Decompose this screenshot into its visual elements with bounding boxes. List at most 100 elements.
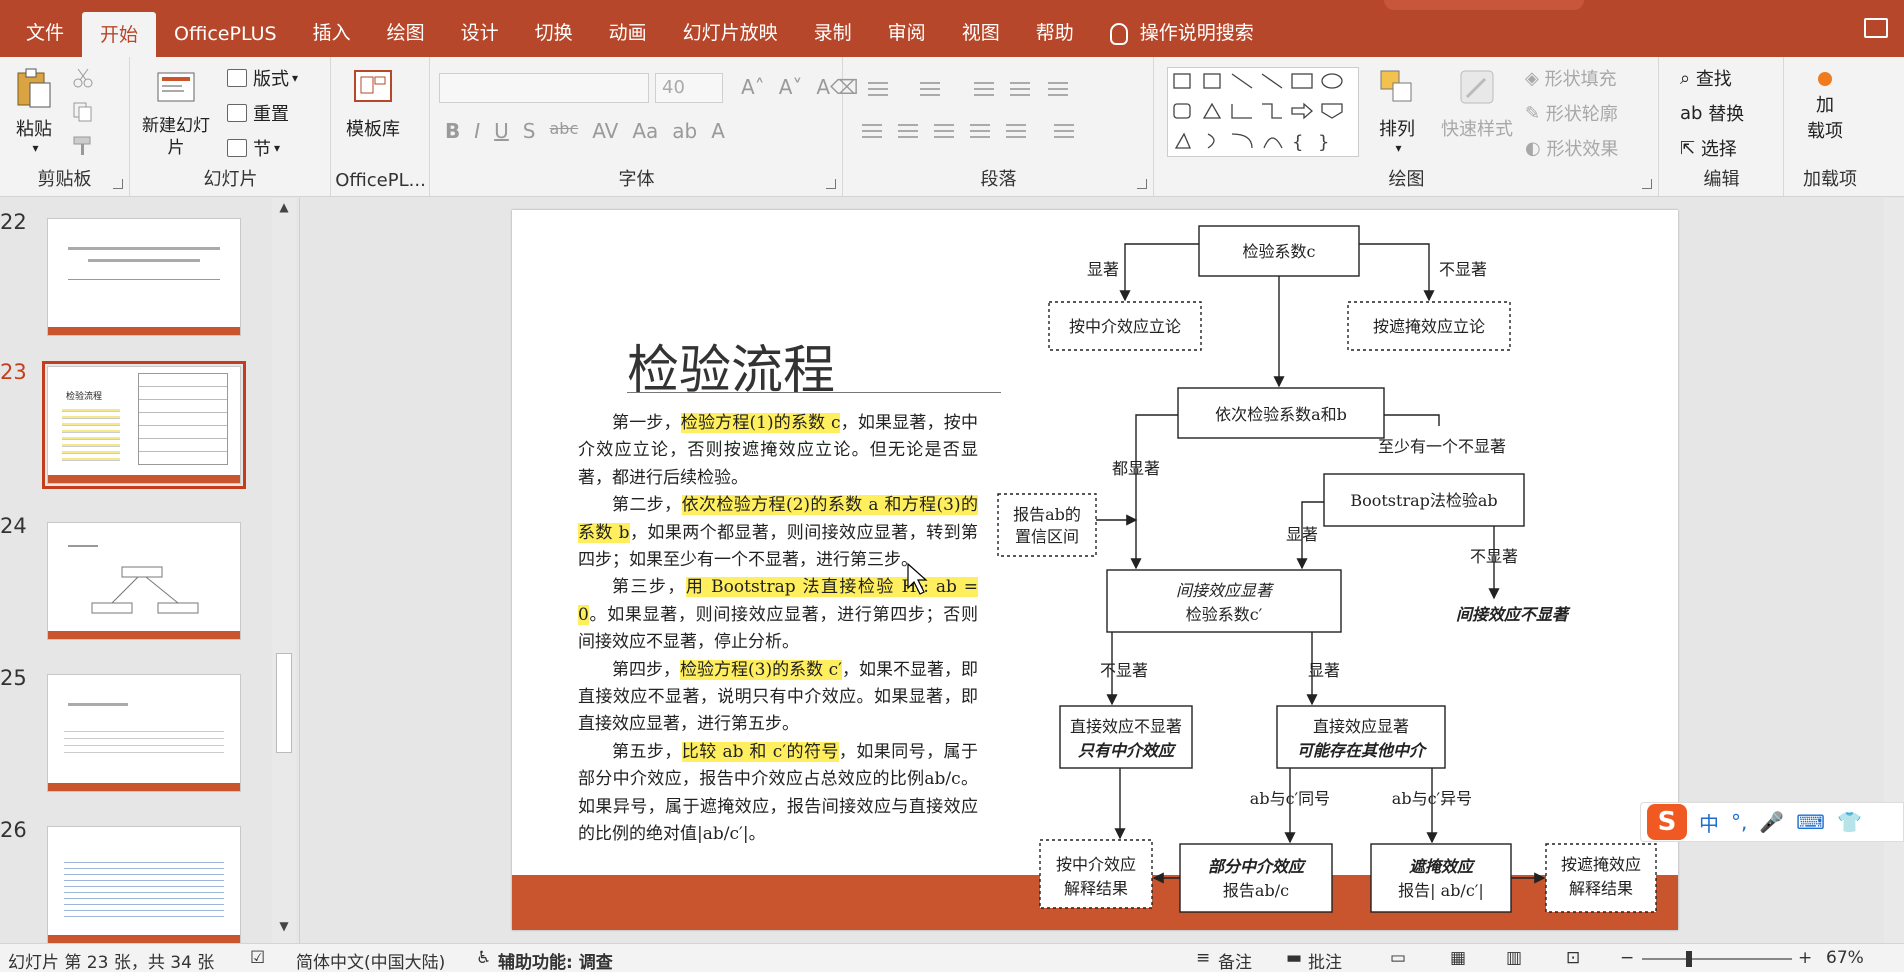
scroll-down-icon[interactable]: ▼ [274, 919, 294, 939]
scroll-up-icon[interactable]: ▲ [274, 200, 294, 220]
menu-home[interactable]: 开始 [82, 12, 157, 57]
menu-slideshow[interactable]: 幻灯片放映 [665, 0, 796, 57]
grow-font-icon[interactable]: A˄ [741, 75, 765, 99]
zoom-in-icon[interactable]: + [1798, 948, 1812, 968]
highlight-icon[interactable]: ab [672, 119, 697, 143]
shadow-icon[interactable]: S [523, 119, 536, 143]
cut-icon[interactable] [72, 67, 94, 89]
template-library-button[interactable]: 模板库 [346, 67, 400, 141]
paragraph-group-label: 段落 [980, 169, 1017, 190]
text-l-nonsig2: 不显著 [1470, 547, 1518, 566]
comments-button[interactable]: 批注 [1308, 948, 1342, 972]
font-size-combo[interactable]: 40 [655, 73, 723, 103]
flowchart[interactable]: 检验系数c 显著 不显著 按中介效应立论 按遮掩效应立论 依次检验系数a和b 都… [512, 210, 1678, 930]
slide-canvas[interactable]: 检验流程 第一步，检验方程(1)的系数 c，如果显著，按中介效应立论，否则按遮掩… [512, 210, 1678, 930]
slide-sorter-icon[interactable]: ▦ [1450, 948, 1466, 968]
font-color-icon[interactable]: A [711, 119, 725, 143]
zoom-slider-thumb[interactable] [1686, 951, 1692, 967]
keyboard-icon[interactable]: ⌨ [1796, 810, 1825, 834]
shape-fill-button[interactable]: ◈ 形状填充 [1525, 65, 1617, 91]
language-status[interactable]: 简体中文(中国大陆) [296, 948, 445, 972]
font-name-combo[interactable] [439, 73, 649, 103]
menu-help[interactable]: 帮助 [1018, 0, 1092, 57]
copy-icon[interactable] [72, 101, 94, 123]
text-n8: 间接效应不显著 [1456, 605, 1571, 624]
arrange-button[interactable]: 排列 ▾ [1377, 67, 1417, 155]
text-n7-1: 间接效应显著 [1176, 581, 1275, 600]
shape-effects-button[interactable]: ◐ 形状效果 [1525, 135, 1618, 161]
font-launcher-icon[interactable] [826, 179, 836, 189]
select-icon: ⇱ [1680, 137, 1701, 159]
menu-record[interactable]: 录制 [796, 0, 870, 57]
scrollbar-thumb[interactable] [276, 653, 292, 753]
find-button[interactable]: ⌕ 查找 [1680, 65, 1732, 91]
layout-button[interactable]: 版式 ▾ [227, 65, 298, 91]
font-format-buttons: B I U S abc AV Aa ab A [445, 119, 725, 143]
template-icon [354, 70, 392, 102]
comments-icon[interactable] [1864, 18, 1888, 38]
menu-transitions[interactable]: 切换 [517, 0, 591, 57]
paste-caret-icon: ▾ [32, 141, 39, 155]
shapes-icons: {} [1173, 73, 1343, 153]
zoom-level[interactable]: 67% [1826, 948, 1864, 968]
group-editing: ⌕ 查找 ab 替换 ⇱ 选择 编辑 [1660, 57, 1784, 197]
thumbnail-slide-26[interactable] [47, 826, 241, 944]
menu-officeplus[interactable]: OfficePLUS [156, 0, 295, 57]
punctuation-icon[interactable]: °, [1731, 810, 1747, 834]
italic-icon[interactable]: I [474, 119, 480, 143]
shapes-gallery[interactable]: {} [1167, 67, 1359, 157]
menu-animations[interactable]: 动画 [591, 0, 665, 57]
thumbnail-pane: 22 23 检验流程 24 25 26 [0, 198, 300, 944]
normal-view-icon[interactable]: ▭ [1390, 948, 1406, 968]
skin-icon[interactable]: 👕 [1837, 810, 1862, 834]
menu-draw[interactable]: 绘图 [369, 0, 443, 57]
spellcheck-icon[interactable]: ☑ [250, 948, 265, 968]
addins-button[interactable]: 加 载项 [1805, 67, 1845, 143]
thumbnail-scrollbar[interactable]: ▲ ▼ [272, 198, 296, 943]
char-spacing-icon[interactable]: AV [592, 119, 618, 143]
menu-file[interactable]: 文件 [8, 0, 82, 57]
clipboard-launcher-icon[interactable] [113, 179, 123, 189]
microphone-icon[interactable]: 🎤 [1759, 810, 1784, 834]
shrink-font-icon[interactable]: A˅ [779, 75, 803, 99]
quick-styles-button[interactable]: 快速样式 [1441, 67, 1513, 141]
slideshow-icon[interactable]: ⊡ [1566, 948, 1580, 968]
zoom-out-icon[interactable]: − [1620, 948, 1634, 968]
thumbnail-slide-22[interactable] [47, 218, 241, 336]
section-button[interactable]: 节 ▾ [227, 135, 280, 161]
menu-view[interactable]: 视图 [944, 0, 1018, 57]
group-officeplus: 模板库 OfficePL... [332, 57, 430, 197]
ime-toolbar[interactable]: S 中 °, 🎤 ⌨ 👕 [1640, 802, 1904, 842]
thumbnail-slide-25[interactable] [47, 674, 241, 792]
ime-mode-label[interactable]: 中 [1699, 808, 1719, 837]
reset-button[interactable]: 重置 [227, 100, 289, 126]
change-case-icon[interactable]: Aa [632, 119, 658, 143]
zoom-slider[interactable] [1642, 951, 1792, 967]
underline-icon[interactable]: U [494, 119, 509, 143]
tell-me-search[interactable]: 操作说明搜索 [1092, 0, 1272, 57]
accessibility-status[interactable]: 辅助功能: 调查 [498, 948, 613, 972]
reading-view-icon[interactable]: ▥ [1506, 948, 1522, 968]
notes-button[interactable]: 备注 [1218, 948, 1252, 972]
shape-outline-icon: ✎ [1525, 102, 1546, 124]
menu-design[interactable]: 设计 [443, 0, 517, 57]
new-slide-button[interactable]: 新建幻灯片 [141, 67, 211, 159]
format-painter-icon[interactable] [72, 135, 94, 157]
template-library-label: 模板库 [346, 119, 400, 140]
replace-button[interactable]: ab 替换 [1680, 100, 1744, 126]
shape-outline-button[interactable]: ✎ 形状轮廓 [1525, 100, 1618, 126]
tell-me-label: 操作说明搜索 [1139, 22, 1254, 44]
thumbnail-slide-24[interactable] [47, 522, 241, 640]
strikethrough-icon[interactable]: abc [550, 119, 579, 143]
menu-review[interactable]: 审阅 [870, 0, 944, 57]
ribbon: 粘贴 ▾ 剪贴板 新建幻灯片 版式 ▾ 重置 节 ▾ 幻灯片 模板库 OfficeP… [0, 57, 1904, 197]
menu-insert[interactable]: 插入 [295, 0, 369, 57]
thumbnail-slide-23[interactable]: 检验流程 [42, 361, 246, 489]
paragraph-icons[interactable] [858, 75, 1138, 175]
select-button[interactable]: ⇱ 选择 [1680, 135, 1737, 161]
paste-button[interactable]: 粘贴 ▾ [14, 67, 54, 155]
drawing-launcher-icon[interactable] [1642, 179, 1652, 189]
drawing-group-label: 绘图 [1388, 169, 1425, 190]
paragraph-launcher-icon[interactable] [1137, 179, 1147, 189]
bold-icon[interactable]: B [445, 119, 460, 143]
